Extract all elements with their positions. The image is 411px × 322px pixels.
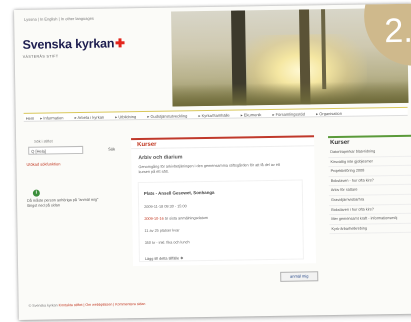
nav-item-education[interactable]: ▸ Utbildning: [115, 114, 141, 119]
screenshot-stage: Lyssna | In English | In other languages…: [0, 0, 411, 322]
web-page: Lyssna | In English | In other languages…: [14, 3, 411, 320]
footer-copyright: © Svenska kyrkan: [28, 303, 59, 308]
cross-icon: [115, 38, 124, 47]
course-description: Genomgång för arkivbetjäningen i den gem…: [138, 162, 281, 175]
course-deadline: 2009-10-16 är sista anmälningsdatum: [144, 215, 209, 221]
nav-item-information[interactable]: ▸ Information: [40, 115, 68, 120]
nav-item-parish-support[interactable]: ▸ Församlingsstöd: [272, 111, 310, 117]
course-place: Plats - Ansell Gesowet, Sonhanga: [143, 189, 215, 196]
footer-links[interactable]: Kontakta stiftet | Om webbplatsen | Komm…: [59, 302, 146, 307]
main-header: Kurser: [131, 135, 315, 150]
sidebar-item[interactable]: Kyrk-ärbarhetkrebing: [329, 223, 411, 235]
nav-item-organisation[interactable]: ▸ Organisation: [316, 111, 347, 116]
course-title: Arbiv och diarium: [138, 154, 183, 162]
courses-sidebar: Kurser Datortraperkar blatvridning Kirsv…: [328, 134, 411, 235]
nav-item-worship[interactable]: ▸ Gudstjänstutveckling: [147, 113, 192, 119]
search-button[interactable]: Sök: [108, 146, 115, 151]
course-price: 350 kr - inkl. fika och lunch: [144, 240, 190, 245]
main-nav: Hem ▸ Information ▸ Arbeta i kyrkan ▸ Ut…: [23, 106, 408, 122]
info-text: Då måste person anhöriga på "anmäl mig" …: [26, 197, 99, 208]
logo-text: Svenska kyrkan: [22, 36, 115, 52]
nav-item-ecumenism[interactable]: ▸ Ekumenik: [241, 112, 267, 117]
add-occasion-link[interactable]: Lägg till detta tillfälle ❖: [145, 255, 184, 261]
step-number: 2.: [384, 11, 411, 51]
nav-item-society[interactable]: ▸ Kyrka/Samhälle: [198, 113, 234, 118]
course-date: 2009-11-18 09:30 - 15:00: [144, 204, 187, 209]
nav-item-work[interactable]: ▸ Arbeta i kyrkan: [75, 115, 110, 120]
info-icon: i: [32, 189, 40, 197]
top-links[interactable]: Lyssna | In English | In other languages: [24, 16, 94, 22]
advanced-search-link[interactable]: Utökad sökfunktion: [26, 161, 60, 167]
logo[interactable]: Svenska kyrkan VÄSTERÅS STIFT: [22, 34, 124, 59]
ground: [172, 80, 409, 107]
search-label: Sök i stiftet: [34, 139, 53, 144]
nav-item-home[interactable]: Hem: [26, 116, 35, 121]
logo-subtitle: VÄSTERÅS STIFT: [22, 54, 59, 59]
deadline-date: 2009-10-16: [144, 216, 164, 221]
main-content: Kurser Arbiv och diarium Genomgång för a…: [131, 135, 317, 267]
footer: © Svenska kyrkan Kontakta stiftet | Om w…: [29, 302, 146, 308]
search-input[interactable]: Q [Hela]: [28, 145, 84, 155]
course-seats: 11 av 25 platser kvar: [144, 228, 180, 233]
signup-button[interactable]: anmäl mig: [280, 271, 319, 282]
tree-trunk: [321, 9, 327, 90]
course-details: Plats - Ansell Gesowet, Sonhanga 2009-11…: [137, 179, 304, 263]
